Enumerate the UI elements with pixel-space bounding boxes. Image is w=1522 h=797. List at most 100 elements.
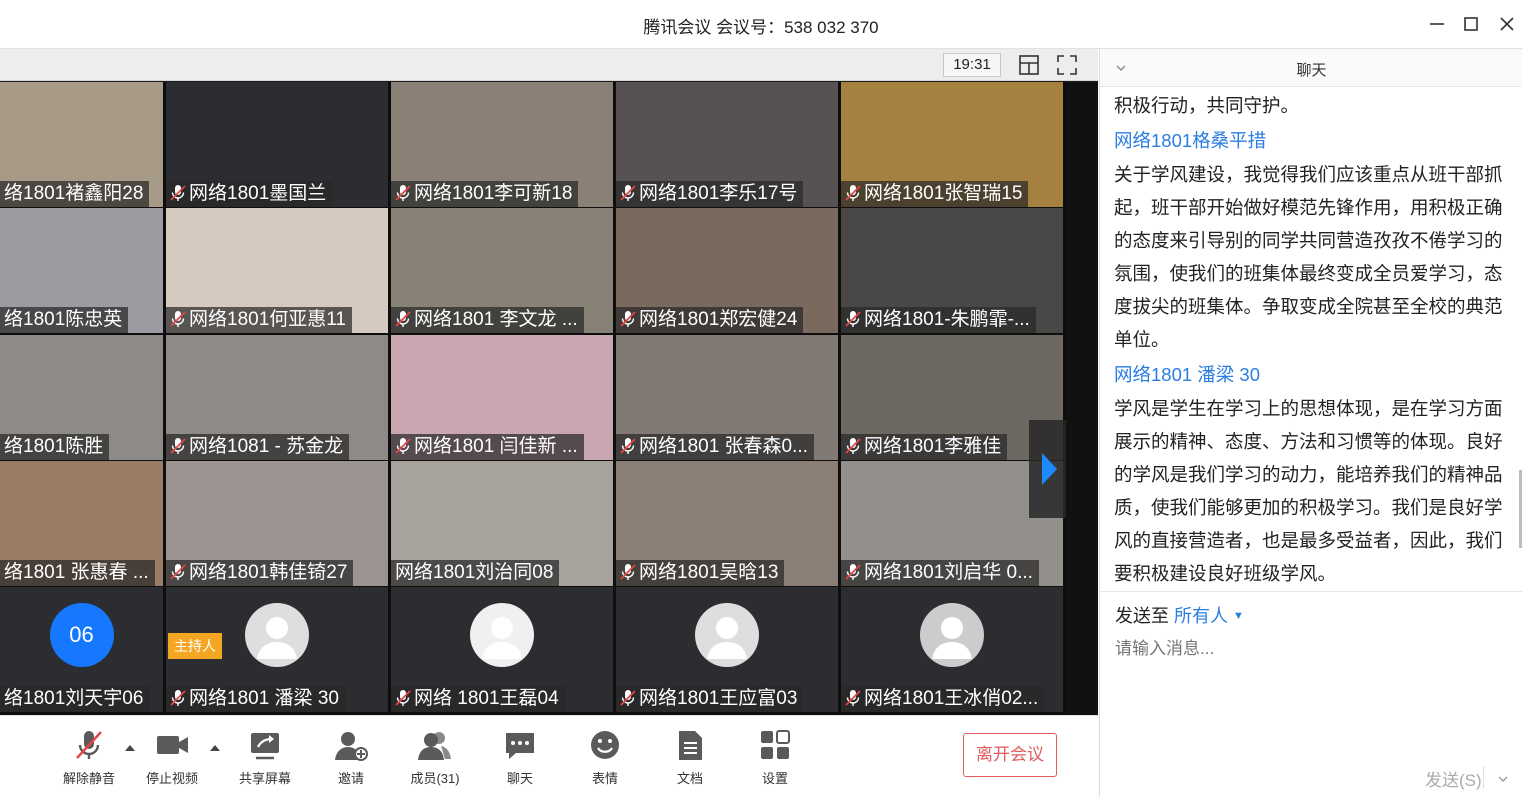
participant-tile[interactable]: 络1801陈胜 xyxy=(0,335,163,460)
minimize-icon[interactable] xyxy=(1425,12,1449,36)
video-camera-button[interactable]: 停止视频 xyxy=(137,728,207,792)
send-to-target[interactable]: 所有人 ▼ xyxy=(1174,606,1244,626)
participant-name-label: 络1801 张惠春 ... xyxy=(4,562,149,583)
mic-muted-icon xyxy=(170,438,186,454)
participant-name: 网络1801张智瑞15 xyxy=(841,181,1029,207)
participant-tile[interactable]: 络1801褚鑫阳28 xyxy=(0,82,163,207)
participant-name: 络1801褚鑫阳28 xyxy=(0,181,150,207)
video-options-caret-icon[interactable] xyxy=(209,743,221,753)
caret-down-icon: ▼ xyxy=(1233,610,1244,622)
participant-name-label: 网络1801李可新18 xyxy=(414,183,573,204)
chat-message-text: 学风是学生在学习上的思想体现，是在学习方面展示的精神、态度、方法和习惯等的体现。… xyxy=(1114,398,1503,584)
participant-name-label: 网络1801墨国兰 xyxy=(189,183,327,204)
video-top-toolbar: 19:31 xyxy=(0,49,1098,81)
window-title: 腾讯会议 会议号：538 032 370 xyxy=(643,18,879,37)
participant-tile[interactable]: 络1801 张惠春 ... xyxy=(0,461,163,586)
layout-icon[interactable] xyxy=(1018,54,1040,76)
meeting-toolbar: 解除静音 停止视频 共享屏幕 邀请 成员(31) 聊天 表情 文档 设置 离开会议 xyxy=(0,715,1098,797)
participant-tile[interactable]: 网络1801韩佳锜27 xyxy=(166,461,388,586)
chat-input[interactable] xyxy=(1115,636,1510,662)
chevron-down-icon[interactable] xyxy=(1496,772,1510,786)
participant-name-label: 网络1801吴晗13 xyxy=(639,562,779,583)
participant-tile[interactable]: 网络 1801王磊04 xyxy=(391,587,613,712)
participant-name: 网络1801吴晗13 xyxy=(616,560,785,586)
members-button[interactable]: 成员(31) xyxy=(400,728,470,792)
next-page-button[interactable] xyxy=(1029,420,1066,518)
fullscreen-icon[interactable] xyxy=(1056,54,1078,76)
divider xyxy=(1483,766,1484,788)
emoji-button[interactable]: 表情 xyxy=(570,728,640,792)
maximize-icon[interactable] xyxy=(1459,12,1483,36)
participant-tile[interactable]: 网络1801吴晗13 xyxy=(616,461,838,586)
mic-muted-icon xyxy=(845,690,861,706)
members-icon xyxy=(418,732,451,760)
participant-tile[interactable]: 网络1801 张春森0... xyxy=(616,335,838,460)
participant-name: 网络1081 - 苏金龙 xyxy=(166,434,350,460)
share-screen-icon xyxy=(251,733,279,760)
grid-gutter xyxy=(1066,82,1098,715)
participant-tile[interactable]: 网络1801王冰俏02... xyxy=(841,587,1063,712)
person-icon xyxy=(257,617,297,659)
participant-name: 网络1801李雅佳 xyxy=(841,434,1008,460)
participant-tile[interactable]: 网络1801 闫佳新 ... xyxy=(391,335,613,460)
share-screen-button[interactable]: 共享屏幕 xyxy=(230,728,300,792)
settings-grid-button[interactable]: 设置 xyxy=(740,728,810,792)
close-icon[interactable] xyxy=(1495,12,1519,36)
chat-sender: 网络1801格桑平措 xyxy=(1114,130,1267,151)
toolbar-label: 解除静音 xyxy=(62,771,115,786)
mic-muted-button[interactable]: 解除静音 xyxy=(54,728,124,792)
participant-name-label: 网络1801王冰俏02... xyxy=(864,688,1039,709)
participant-name-label: 网络1081 - 苏金龙 xyxy=(189,436,344,457)
leave-meeting-button[interactable]: 离开会议 xyxy=(963,733,1057,777)
invite-user-button[interactable]: 邀请 xyxy=(316,728,386,792)
participant-tile[interactable]: 网络1801王应富03 xyxy=(616,587,838,712)
participant-tile[interactable]: 络1801陈忠英 xyxy=(0,208,163,333)
participant-tile[interactable]: 网络1081 - 苏金龙 xyxy=(166,335,388,460)
mic-muted-icon xyxy=(620,690,636,706)
toolbar-label: 共享屏幕 xyxy=(238,771,291,786)
participant-name: 络1801陈胜 xyxy=(0,434,110,460)
send-to-target-label: 所有人 xyxy=(1174,606,1229,626)
video-camera-icon xyxy=(157,736,188,754)
participant-name: 网络1801李可新18 xyxy=(391,181,579,207)
mic-muted-icon xyxy=(620,311,636,327)
participant-name: 络1801 张惠春 ... xyxy=(0,560,155,586)
chat-messages[interactable]: 积极行动，共同守护。 网络1801格桑平措 关于学风建设，我觉得我们应该重点从班干部… xyxy=(1114,89,1514,589)
mic-muted-icon xyxy=(620,564,636,580)
toolbar-label: 文档 xyxy=(676,771,703,786)
avatar xyxy=(470,603,534,667)
audio-options-caret-icon[interactable] xyxy=(124,743,136,753)
participant-name: 网络1801-朱鹏霏-... xyxy=(841,307,1036,333)
participant-name-label: 网络1801 李文龙 ... xyxy=(414,309,578,330)
participant-name: 络1801陈忠英 xyxy=(0,307,129,333)
document-button[interactable]: 文档 xyxy=(655,728,725,792)
participant-tile[interactable]: 网络1801-朱鹏霏-... xyxy=(841,208,1063,333)
chat-bubble-button[interactable]: 聊天 xyxy=(485,728,555,792)
mic-muted-icon xyxy=(620,185,636,201)
chat-title: 聊天 xyxy=(1296,62,1327,79)
participant-tile[interactable]: 网络1801李乐17号 xyxy=(616,82,838,207)
participant-tile[interactable]: 网络1801何亚惠11 xyxy=(166,208,388,333)
person-icon xyxy=(932,617,972,659)
participant-tile[interactable]: 06 络1801刘天宇06 xyxy=(0,587,163,712)
participant-tile[interactable]: 网络1801张智瑞15 xyxy=(841,82,1063,207)
avatar xyxy=(920,603,984,667)
participant-tile[interactable]: 网络1801墨国兰 xyxy=(166,82,388,207)
send-button[interactable]: 发送(S) xyxy=(1425,766,1482,791)
mic-muted-icon xyxy=(76,731,102,759)
participant-name: 网络1801 张春森0... xyxy=(616,434,814,460)
host-badge: 主持人 xyxy=(168,633,222,659)
participant-name-label: 网络1801-朱鹏霏-... xyxy=(864,309,1030,330)
participant-name: 网络1801王应富03 xyxy=(616,686,804,712)
participant-name-label: 络1801刘天宇06 xyxy=(4,688,144,709)
participant-name: 网络1801 闫佳新 ... xyxy=(391,434,584,460)
participant-tile[interactable]: 网络1801 李文龙 ... xyxy=(391,208,613,333)
participant-name: 网络1801 李文龙 ... xyxy=(391,307,584,333)
invite-user-icon xyxy=(335,732,368,761)
mic-muted-icon xyxy=(170,690,186,706)
mic-muted-icon xyxy=(395,438,411,454)
participant-tile[interactable]: 网络1801李可新18 xyxy=(391,82,613,207)
participant-tile[interactable]: 网络1801刘治同08 xyxy=(391,461,613,586)
participant-tile[interactable]: 网络1801郑宏健24 xyxy=(616,208,838,333)
mic-muted-icon xyxy=(395,690,411,706)
